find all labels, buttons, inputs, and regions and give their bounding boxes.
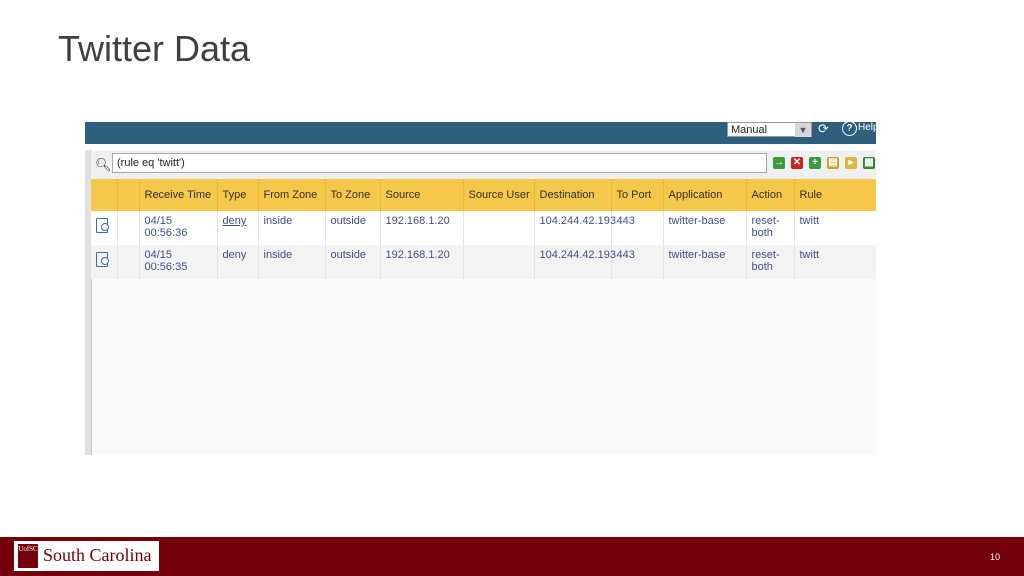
- refresh-icon[interactable]: ⟳: [818, 122, 829, 135]
- empty-cell: [117, 245, 140, 279]
- column-header: [117, 179, 140, 211]
- load-filter-icon[interactable]: ▸: [845, 157, 857, 169]
- source-cell: 192.168.1.20: [380, 211, 464, 245]
- table-row[interactable]: 04/15 00:56:36 deny inside outside 192.1…: [91, 211, 876, 245]
- rule-cell: twitt: [794, 245, 876, 279]
- column-header-action[interactable]: Action: [746, 179, 795, 211]
- rule-cell: twitt: [794, 211, 876, 245]
- to-port-cell: 443: [611, 245, 664, 279]
- detail-cell[interactable]: [91, 211, 118, 245]
- column-header-destination[interactable]: Destination: [534, 179, 612, 211]
- type-cell: deny: [217, 245, 259, 279]
- column-header-to-zone[interactable]: To Zone: [325, 179, 381, 211]
- detail-cell[interactable]: [91, 245, 118, 279]
- from-zone-cell: inside: [258, 211, 326, 245]
- help-label[interactable]: Help: [858, 122, 876, 133]
- university-logo: UofSC South Carolina: [14, 541, 159, 571]
- table-row[interactable]: 04/15 00:56:35 deny inside outside 192.1…: [91, 245, 876, 279]
- search-icon: 🔍︎: [95, 157, 112, 172]
- column-header: [91, 179, 118, 211]
- apply-filter-icon[interactable]: →: [773, 157, 785, 169]
- column-header-source[interactable]: Source: [380, 179, 464, 211]
- receive-time-cell: 04/15 00:56:36: [139, 211, 218, 245]
- clear-filter-icon[interactable]: ✕: [791, 157, 803, 169]
- to-zone-cell: outside: [325, 245, 381, 279]
- column-header-type[interactable]: Type: [217, 179, 259, 211]
- column-header-rule[interactable]: Rule: [794, 179, 876, 211]
- empty-cell: [117, 211, 140, 245]
- type-cell: deny: [217, 211, 259, 245]
- header-spacer: [85, 144, 876, 150]
- footer-bar: UofSC South Carolina 10: [0, 537, 1024, 576]
- source-user-cell: [463, 245, 535, 279]
- add-filter-icon[interactable]: +: [809, 157, 821, 169]
- page-number: 10: [990, 552, 1001, 562]
- column-header-application[interactable]: Application: [663, 179, 747, 211]
- to-port-cell: 443: [611, 211, 664, 245]
- to-zone-cell: outside: [325, 211, 381, 245]
- from-zone-cell: inside: [258, 245, 326, 279]
- log-header-bar: Manual ▼ ⟳ ? Help: [85, 122, 876, 144]
- logo-text: South Carolina: [43, 545, 152, 565]
- type-link[interactable]: deny: [223, 215, 247, 227]
- traffic-log-screenshot: Manual ▼ ⟳ ? Help 🔍︎ → ✕ + ▤ ▸ ▦ Receive…: [85, 122, 876, 455]
- refresh-mode-select[interactable]: Manual ▼: [727, 122, 812, 137]
- traffic-log-table: Receive Time Type From Zone To Zone Sour…: [91, 179, 876, 279]
- column-header-to-port[interactable]: To Port: [611, 179, 664, 211]
- action-cell: reset-both: [746, 211, 795, 245]
- export-icon[interactable]: ▦: [863, 157, 875, 169]
- application-cell: twitter-base: [663, 245, 747, 279]
- save-filter-icon[interactable]: ▤: [827, 157, 839, 169]
- receive-time-cell: 04/15 00:56:35: [139, 245, 218, 279]
- table-header-row: Receive Time Type From Zone To Zone Sour…: [91, 179, 876, 211]
- destination-cell: 104.244.42.193: [534, 245, 616, 279]
- chevron-down-icon[interactable]: ▼: [795, 123, 811, 137]
- slide-title: Twitter Data: [58, 28, 251, 69]
- refresh-mode-value: Manual: [731, 124, 768, 136]
- column-header-receive-time[interactable]: Receive Time: [139, 179, 218, 211]
- log-detail-icon[interactable]: [96, 252, 109, 267]
- column-header-source-user[interactable]: Source User: [463, 179, 535, 211]
- source-cell: 192.168.1.20: [380, 245, 464, 279]
- source-user-cell: [463, 211, 535, 245]
- column-header-from-zone[interactable]: From Zone: [258, 179, 326, 211]
- filter-bar: 🔍︎ → ✕ + ▤ ▸ ▦: [91, 151, 876, 179]
- help-icon[interactable]: ?: [842, 122, 857, 136]
- logo-mark: UofSC: [18, 544, 38, 568]
- action-cell: reset-both: [746, 245, 795, 279]
- filter-input[interactable]: [112, 153, 767, 173]
- destination-cell: 104.244.42.193: [534, 211, 616, 245]
- application-cell: twitter-base: [663, 211, 747, 245]
- log-detail-icon[interactable]: [96, 218, 109, 233]
